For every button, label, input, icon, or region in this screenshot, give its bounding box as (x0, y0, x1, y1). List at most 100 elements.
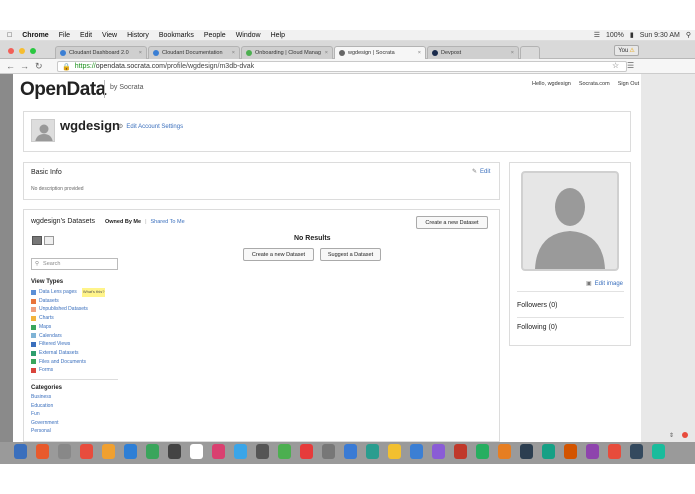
dock-app-icon[interactable] (366, 444, 379, 459)
dock-app-icon[interactable] (498, 444, 511, 459)
dock-app-icon[interactable] (190, 444, 203, 459)
dock-app-icon[interactable] (36, 444, 49, 459)
edit-image-link[interactable]: ▣ Edit image (586, 280, 623, 288)
tab-cloudant-docs[interactable]: Cloudant Documentation × (148, 46, 240, 59)
list-view-toggle[interactable] (32, 236, 42, 245)
menu-edit[interactable]: Edit (80, 32, 92, 39)
tab-onboarding[interactable]: Onboarding | Cloud Manag × (241, 46, 333, 59)
dock-app-icon[interactable] (256, 444, 269, 459)
apple-icon[interactable]:  (7, 32, 12, 39)
dock-app-icon[interactable] (14, 444, 27, 459)
back-icon[interactable]: ← (6, 61, 15, 71)
grid-view-toggle[interactable] (44, 236, 54, 245)
minimize-window-icon[interactable] (19, 48, 25, 54)
dock-app-icon[interactable] (212, 444, 225, 459)
clock[interactable]: Sun 9:30 AM (640, 32, 680, 39)
dock-app-icon[interactable] (520, 444, 533, 459)
view-type-item[interactable]: Files and Documents (31, 358, 105, 367)
wifi-icon[interactable]: ☰ (594, 31, 600, 39)
view-type-item[interactable]: Charts (31, 314, 105, 323)
search-input[interactable]: ⚲ Search (31, 258, 118, 270)
opendata-logo[interactable]: OpenData (20, 79, 106, 101)
zoom-window-icon[interactable] (30, 48, 36, 54)
menu-bookmarks[interactable]: Bookmarks (159, 32, 194, 39)
dock-app-icon[interactable] (124, 444, 137, 459)
dock-app-icon[interactable] (586, 444, 599, 459)
dock-app-icon[interactable] (454, 444, 467, 459)
close-window-icon[interactable] (8, 48, 14, 54)
tab-wgdesign-socrata[interactable]: wgdesign | Socrata × (334, 46, 426, 59)
scroll-arrows-icon[interactable]: ⇕ (669, 432, 674, 439)
dock-app-icon[interactable] (564, 444, 577, 459)
close-tab-icon[interactable]: × (418, 50, 421, 56)
following-count[interactable]: Following (0) (517, 324, 557, 331)
reload-icon[interactable]: ↻ (35, 61, 43, 72)
dock-app-icon[interactable] (542, 444, 555, 459)
view-type-item[interactable]: External Datasets (31, 349, 105, 358)
dock-app-icon[interactable] (80, 444, 93, 459)
dock-app-icon[interactable] (652, 444, 665, 459)
dock-app-icon[interactable] (608, 444, 621, 459)
dock-app-icon[interactable] (410, 444, 423, 459)
dock-app-icon[interactable] (388, 444, 401, 459)
dock-app-icon[interactable] (146, 444, 159, 459)
menu-file[interactable]: File (59, 32, 70, 39)
sign-out-link[interactable]: Sign Out (618, 81, 639, 87)
tab-shared-to-me[interactable]: Shared To Me (151, 219, 185, 225)
new-tab-button[interactable] (520, 46, 540, 59)
dock-app-icon[interactable] (322, 444, 335, 459)
view-type-item[interactable]: Unpublished Datasets (31, 305, 105, 314)
close-tab-icon[interactable]: × (232, 50, 235, 56)
bookmark-star-icon[interactable]: ☆ (612, 61, 619, 70)
dock-app-icon[interactable] (300, 444, 313, 459)
followers-count[interactable]: Followers (0) (517, 302, 557, 309)
close-tab-icon[interactable]: × (511, 50, 514, 56)
dock-app-icon[interactable] (278, 444, 291, 459)
dock-app-icon[interactable] (476, 444, 489, 459)
category-link[interactable]: Personal (31, 427, 59, 436)
socrata-link[interactable]: Socrata.com (579, 81, 610, 87)
menu-view[interactable]: View (102, 32, 117, 39)
dock-app-icon[interactable] (630, 444, 643, 459)
view-type-item[interactable]: Maps (31, 323, 105, 332)
dock-app-icon[interactable] (344, 444, 357, 459)
category-link[interactable]: Fun (31, 410, 59, 419)
tab-cloudant-dashboard[interactable]: Cloudant Dashboard 2.0 × (55, 46, 147, 59)
view-type-item[interactable]: Forms (31, 366, 105, 375)
dock-app-icon[interactable] (168, 444, 181, 459)
view-type-item[interactable]: Datasets (31, 297, 105, 306)
menu-help[interactable]: Help (271, 32, 285, 39)
dock-app-icon[interactable] (432, 444, 445, 459)
chrome-menu-icon[interactable]: ☰ (627, 61, 634, 70)
greeting-link[interactable]: Hello, wgdesign (532, 81, 571, 87)
view-type-item[interactable]: Data Lens pages What's this? (31, 288, 106, 297)
create-dataset-button-secondary[interactable]: Create a new Dataset (243, 248, 314, 261)
category-link[interactable]: Education (31, 402, 59, 411)
suggest-dataset-button[interactable]: Suggest a Dataset (320, 248, 381, 261)
dock-app-icon[interactable] (234, 444, 247, 459)
edit-basic-info-link[interactable]: ✎ Edit (472, 168, 490, 176)
menu-chrome[interactable]: Chrome (22, 32, 48, 39)
view-type-item[interactable]: Filtered Views (31, 340, 105, 349)
tab-devpost[interactable]: Devpost × (427, 46, 519, 59)
category-link[interactable]: Government (31, 419, 59, 428)
menu-people[interactable]: People (204, 32, 226, 39)
close-tab-icon[interactable]: × (325, 50, 328, 56)
search-placeholder: Search (43, 261, 61, 267)
create-dataset-button[interactable]: Create a new Dataset (416, 216, 488, 229)
forward-icon[interactable]: → (20, 61, 29, 71)
whats-this-badge[interactable]: What's this? (81, 288, 106, 297)
dock-app-icon[interactable] (102, 444, 115, 459)
view-type-item[interactable]: Calendars (31, 332, 105, 341)
address-bar[interactable]: 🔒 https://opendata.socrata.com/profile/w… (57, 61, 627, 72)
menu-history[interactable]: History (127, 32, 149, 39)
edit-account-settings-link[interactable]: ⚙ Edit Account Settings (118, 123, 183, 131)
close-tab-icon[interactable]: × (139, 50, 142, 56)
menu-window[interactable]: Window (236, 32, 261, 39)
category-link[interactable]: Business (31, 393, 59, 402)
search-icon[interactable]: ⚲ (686, 31, 691, 39)
tab-owned-by-me[interactable]: Owned By Me (105, 219, 141, 225)
dock-app-icon[interactable] (58, 444, 71, 459)
battery-icon[interactable]: ▮ (630, 31, 634, 39)
profile-button[interactable]: You ⚠ (614, 45, 639, 56)
